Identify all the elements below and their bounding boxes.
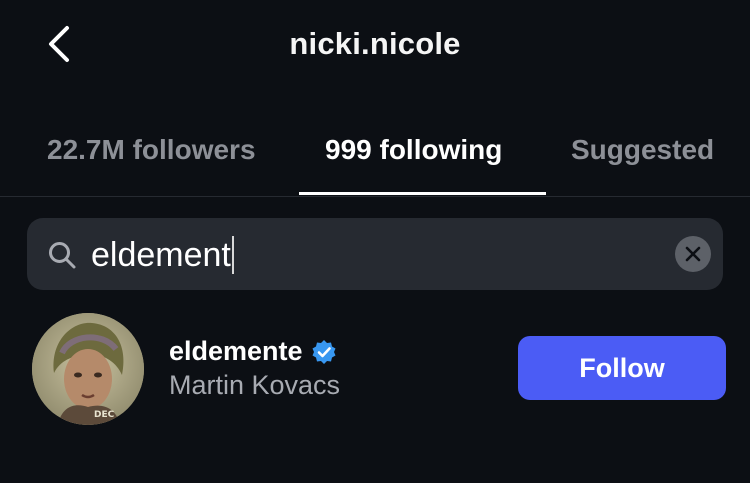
tab-followers[interactable]: 22.7M followers [47, 134, 256, 166]
avatar-watermark: DEC [94, 410, 115, 420]
active-tab-indicator [299, 192, 546, 195]
tab-suggested[interactable]: Suggested [571, 134, 714, 166]
username: eldemente [169, 336, 303, 366]
search-input-value: eldement [91, 235, 231, 274]
top-bar: nicki.nicole [0, 0, 750, 90]
page-title: nicki.nicole [289, 26, 461, 61]
verified-badge-icon [312, 339, 336, 364]
search-bar[interactable]: eldement [27, 218, 723, 290]
follow-button[interactable]: Follow [518, 336, 726, 400]
text-caret [231, 236, 234, 274]
search-icon [49, 242, 76, 269]
avatar[interactable]: DEC [32, 313, 144, 425]
tab-following[interactable]: 999 following [325, 134, 502, 166]
list-item[interactable]: DEC eldemente Martin Kovacs Follow [0, 310, 750, 428]
username-line: eldemente [169, 336, 337, 367]
avatar-image: DEC [32, 313, 144, 425]
close-icon [685, 246, 701, 262]
clear-search-button[interactable] [675, 236, 711, 272]
tab-bar: 22.7M followers 999 following Suggested [0, 120, 750, 197]
full-name: Martin Kovacs [169, 370, 341, 400]
search-input[interactable]: eldement [91, 234, 234, 276]
